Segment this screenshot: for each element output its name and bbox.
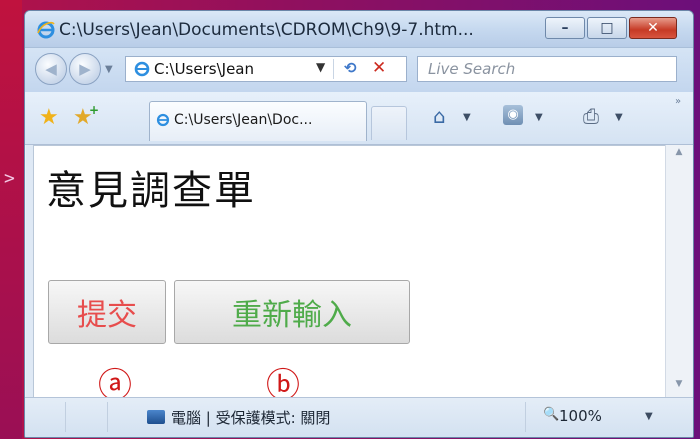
search-input[interactable]: Live Search bbox=[428, 60, 515, 78]
feeds-dropdown-icon[interactable]: ▼ bbox=[535, 112, 543, 123]
slide-arrow-icon: > bbox=[4, 168, 15, 189]
forward-icon: ▶ bbox=[79, 60, 91, 78]
tab-bar: ★ ★ + C:\Users\Jean\Doc... ⌂ ▼ ◉ ▼ ⎙ ▼ » bbox=[25, 92, 693, 145]
tab-page-icon bbox=[156, 113, 170, 127]
address-bar[interactable]: C:\Users\Jean ▼ ⟲ ✕ bbox=[125, 56, 407, 82]
navigation-bar: ◀ ▶ ▼ C:\Users\Jean ▼ ⟲ ✕ Live Search bbox=[25, 48, 693, 92]
zoom-icon: 🔍 bbox=[543, 407, 560, 422]
new-tab-button[interactable] bbox=[371, 106, 407, 140]
scroll-up-icon[interactable]: ▲ bbox=[666, 147, 692, 157]
minimize-icon: – bbox=[561, 20, 569, 36]
print-icon[interactable]: ⎙ bbox=[583, 104, 599, 128]
add-favorite-plus-icon: + bbox=[89, 103, 100, 117]
page-icon bbox=[134, 61, 150, 77]
address-input[interactable]: C:\Users\Jean bbox=[154, 60, 254, 78]
recent-pages-dropdown-icon[interactable]: ▼ bbox=[105, 64, 113, 75]
reset-button[interactable]: 重新輸入 bbox=[174, 280, 410, 344]
window-title: C:\Users\Jean\Documents\CDROM\Ch9\9-7.ht… bbox=[59, 20, 474, 40]
scroll-down-icon[interactable]: ▼ bbox=[666, 379, 692, 389]
stop-icon[interactable]: ✕ bbox=[372, 58, 386, 78]
ie-icon bbox=[37, 21, 55, 39]
page-content: 意見調查單 提交 重新輸入 ⓐ ⓑ bbox=[33, 145, 666, 406]
address-dropdown-icon[interactable]: ▼ bbox=[316, 60, 325, 74]
maximize-button[interactable]: □ bbox=[587, 17, 627, 39]
ie-window: C:\Users\Jean\Documents\CDROM\Ch9\9-7.ht… bbox=[24, 10, 694, 438]
title-bar[interactable]: C:\Users\Jean\Documents\CDROM\Ch9\9-7.ht… bbox=[25, 11, 693, 48]
home-dropdown-icon[interactable]: ▼ bbox=[463, 112, 471, 123]
status-divider bbox=[525, 402, 526, 432]
search-box[interactable]: Live Search bbox=[417, 56, 677, 82]
close-button[interactable]: ✕ bbox=[629, 17, 677, 39]
zoom-dropdown-icon[interactable]: ▼ bbox=[645, 411, 653, 422]
home-icon[interactable]: ⌂ bbox=[433, 104, 446, 128]
minimize-button[interactable]: – bbox=[545, 17, 585, 39]
submit-button[interactable]: 提交 bbox=[48, 280, 166, 344]
tab-label: C:\Users\Jean\Doc... bbox=[174, 112, 313, 128]
page-title: 意見調查單 bbox=[46, 168, 256, 214]
back-button[interactable]: ◀ bbox=[35, 53, 67, 85]
status-divider bbox=[65, 402, 66, 432]
refresh-icon[interactable]: ⟲ bbox=[344, 59, 357, 77]
toolbar-overflow-icon[interactable]: » bbox=[675, 96, 681, 107]
maximize-icon: □ bbox=[600, 20, 614, 36]
status-bar: 電腦 | 受保護模式: 關閉 🔍 100% ▼ bbox=[25, 397, 693, 437]
close-icon: ✕ bbox=[647, 20, 659, 36]
status-divider bbox=[107, 402, 108, 432]
favorites-star-icon[interactable]: ★ bbox=[39, 105, 59, 130]
computer-zone-icon bbox=[147, 410, 165, 424]
security-zone-text[interactable]: 電腦 | 受保護模式: 關閉 bbox=[171, 407, 330, 428]
tab-current-page[interactable]: C:\Users\Jean\Doc... bbox=[149, 101, 367, 141]
vertical-scrollbar[interactable]: ▲ ▼ bbox=[665, 145, 692, 397]
back-icon: ◀ bbox=[45, 60, 57, 78]
slide-background: > bbox=[0, 0, 22, 439]
print-dropdown-icon[interactable]: ▼ bbox=[615, 112, 623, 123]
address-divider bbox=[333, 59, 334, 79]
forward-button[interactable]: ▶ bbox=[69, 53, 101, 85]
zoom-level[interactable]: 100% bbox=[559, 407, 602, 425]
feeds-icon[interactable]: ◉ bbox=[503, 105, 523, 125]
